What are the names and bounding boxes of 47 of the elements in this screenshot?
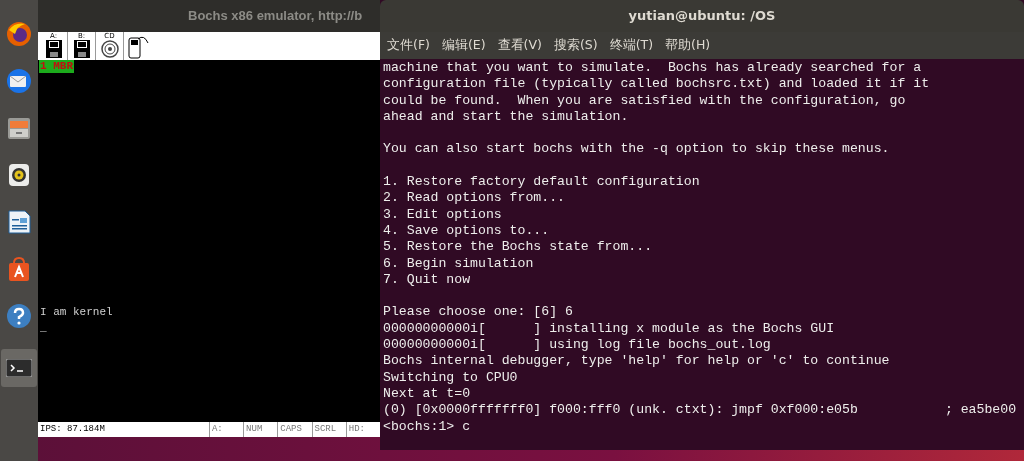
terminal-line: You can also start bochs with the -q option to skip these menus. xyxy=(383,141,891,158)
menu-item[interactable]: 终端(T) xyxy=(609,36,653,55)
floppy-icon[interactable] xyxy=(45,40,62,58)
window-title: yutian@ubuntu: /OS xyxy=(628,7,776,26)
help-icon[interactable] xyxy=(5,302,33,330)
terminal-line: could be found. When you are satisfied with the configuration, go xyxy=(383,92,907,109)
document-icon[interactable] xyxy=(5,208,33,236)
menu-item[interactable]: 搜索(S) xyxy=(553,36,598,55)
terminal-line: 3. Edit options xyxy=(383,206,503,223)
cd-icon[interactable] xyxy=(100,40,119,58)
mouse-icon[interactable] xyxy=(128,35,150,59)
status-field: CAPS xyxy=(277,422,312,437)
terminal-line: 00000000000i[ ] installing x module as the Bochs GUI xyxy=(383,320,836,338)
status-field: NUM xyxy=(243,422,278,437)
terminal-line: configuration file (typically called bochsrc.txt) and loaded it if it xyxy=(383,76,931,93)
terminal-line: <bochs:1> c xyxy=(383,418,472,435)
terminal-line: 4. Save options to... xyxy=(383,222,551,240)
fox-icon[interactable] xyxy=(5,20,33,48)
terminal-dock-button[interactable] xyxy=(1,349,37,387)
terminal-line: Next at t=0 xyxy=(383,385,472,403)
terminal-line: 2. Read options from... xyxy=(383,190,567,207)
status-field: IPS: 87.184M xyxy=(38,422,209,437)
terminal-line: 1. Restore factory default configuration xyxy=(383,174,701,191)
floppy-icon[interactable] xyxy=(73,40,90,58)
status-field: HD: xyxy=(345,422,380,437)
terminal-line: (0) [0x0000fffffff0] f000:fff0 (unk. ctxt): jmpf 0xf000:e05b ; ea5be00 xyxy=(383,402,1018,419)
screen-text: I am kernel xyxy=(40,305,113,320)
terminal-line: Please choose one: [6] 6 xyxy=(383,304,574,321)
status-field: A: xyxy=(208,422,244,437)
terminal-icon xyxy=(6,359,32,377)
boot-badge: 1 MBR xyxy=(39,60,74,73)
terminal-line: 6. Begin simulation xyxy=(383,255,535,272)
menu-item[interactable]: 编辑(E) xyxy=(441,36,486,55)
terminal-line: Switching to CPU0 xyxy=(383,369,519,386)
menu-item[interactable]: 帮助(H) xyxy=(665,36,711,55)
menu-item[interactable]: 查看(V) xyxy=(497,36,542,55)
terminal-line: 00000000000i[ ] using log file bochs_out.log xyxy=(383,337,772,354)
terminal-line: Bochs internal debugger, type 'help' for help or 'c' to continue xyxy=(383,353,891,370)
terminal-line: 5. Restore the Bochs state from... xyxy=(383,239,654,256)
terminal-line: machine that you want to simulate. Bochs has already searched for a xyxy=(383,60,923,77)
terminal-line: ahead and start the simulation. xyxy=(383,108,630,126)
menu-item[interactable]: 文件(F) xyxy=(387,36,430,55)
window-title: Bochs x86 emulator, http://b xyxy=(188,7,363,26)
terminal-line: 7. Quit now xyxy=(383,271,472,289)
mail-icon[interactable] xyxy=(5,67,33,95)
status-field: SCRL xyxy=(311,422,346,437)
screen-text: _ xyxy=(40,321,48,336)
